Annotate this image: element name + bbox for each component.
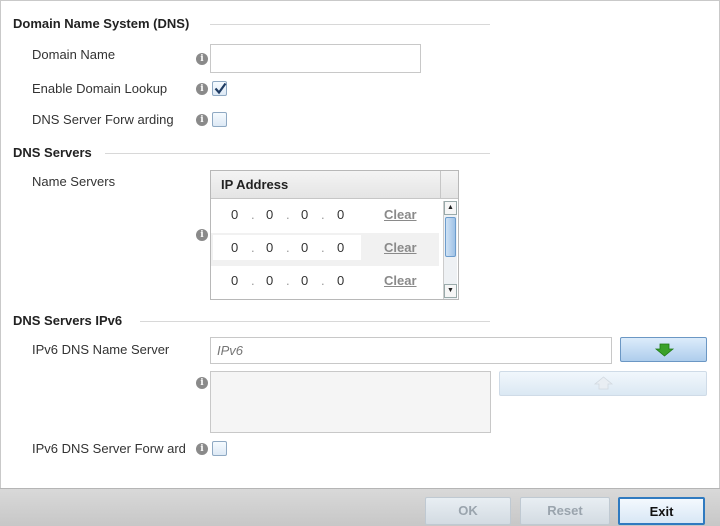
ok-button[interactable]: OK xyxy=(425,497,511,525)
ip-address-input[interactable]: 0 . 0 . 0 . 0 xyxy=(213,268,361,293)
info-icon[interactable]: i xyxy=(196,53,208,65)
section-title-dns: Domain Name System (DNS) xyxy=(13,16,190,31)
checkmark-icon xyxy=(214,82,227,95)
scroll-up-icon[interactable]: ▲ xyxy=(444,201,457,215)
ipv6-dns-server-forward-checkbox[interactable] xyxy=(212,441,227,456)
dns-server-forwarding-checkbox[interactable] xyxy=(212,112,227,127)
section-divider xyxy=(105,153,490,154)
info-icon[interactable]: i xyxy=(196,377,208,389)
info-icon[interactable]: i xyxy=(196,229,208,241)
table-row: 0 . 0 . 0 . 0 Clear xyxy=(211,200,439,233)
arrow-down-icon xyxy=(654,343,675,357)
ip-address-column-header: IP Address xyxy=(211,171,440,199)
section-divider xyxy=(140,321,490,322)
ipv6-dns-server-forward-label: IPv6 DNS Server Forw ard xyxy=(32,441,186,456)
header-filler xyxy=(440,171,458,199)
clear-link[interactable]: Clear xyxy=(384,240,417,255)
add-ipv6-server-button[interactable] xyxy=(620,337,707,362)
domain-name-input[interactable] xyxy=(210,44,421,73)
name-servers-grid: IP Address 0 . 0 . 0 . 0 Clear 0 . 0 . 0… xyxy=(210,170,459,300)
enable-domain-lookup-checkbox[interactable] xyxy=(212,81,227,96)
table-row: 0 . 0 . 0 . 0 Clear xyxy=(211,266,439,299)
domain-name-label: Domain Name xyxy=(32,47,116,62)
exit-button[interactable]: Exit xyxy=(618,497,705,525)
table-row: 0 . 0 . 0 . 0 Clear xyxy=(211,233,439,266)
clear-link[interactable]: Clear xyxy=(384,207,417,222)
remove-ipv6-server-button[interactable] xyxy=(499,371,707,396)
section-divider xyxy=(210,24,490,25)
name-servers-label: Name Servers xyxy=(32,174,116,189)
ip-address-input[interactable]: 0 . 0 . 0 . 0 xyxy=(213,202,361,227)
clear-link[interactable]: Clear xyxy=(384,273,417,288)
info-icon[interactable]: i xyxy=(196,114,208,126)
arrow-up-icon xyxy=(593,376,614,390)
scroll-down-icon[interactable]: ▼ xyxy=(444,284,457,298)
ipv6-name-server-input[interactable] xyxy=(210,337,612,364)
enable-domain-lookup-label: Enable Domain Lookup xyxy=(32,81,168,96)
info-icon[interactable]: i xyxy=(196,443,208,455)
scroll-thumb[interactable] xyxy=(445,217,456,257)
grid-scrollbar[interactable]: ▲ ▼ xyxy=(443,201,457,299)
ip-address-input[interactable]: 0 . 0 . 0 . 0 xyxy=(213,235,361,260)
ipv6-dns-name-server-label: IPv6 DNS Name Server xyxy=(32,342,170,357)
dns-server-forwarding-label: DNS Server Forw arding xyxy=(32,112,174,127)
ipv6-name-server-list[interactable] xyxy=(210,371,491,433)
info-icon[interactable]: i xyxy=(196,83,208,95)
section-title-dns-servers-ipv6: DNS Servers IPv6 xyxy=(13,313,123,328)
section-title-dns-servers: DNS Servers xyxy=(13,145,92,160)
footer-bar: OK Reset Exit xyxy=(0,488,720,526)
reset-button[interactable]: Reset xyxy=(520,497,610,525)
